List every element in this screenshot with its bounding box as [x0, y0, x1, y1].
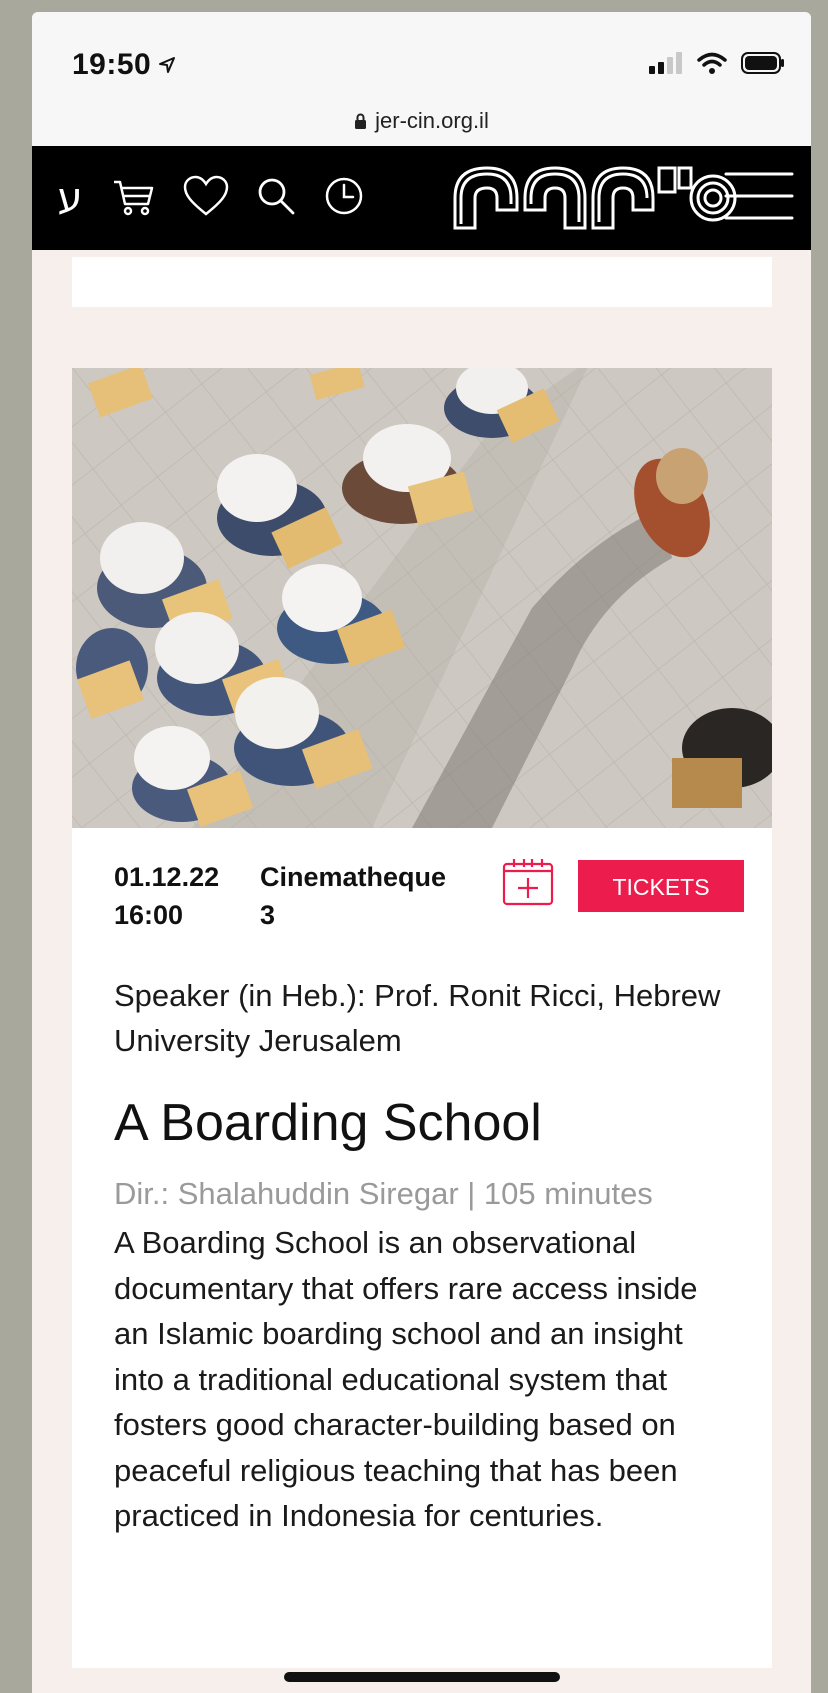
search-icon — [256, 176, 296, 221]
hamburger-menu-icon — [724, 168, 794, 229]
search-button[interactable] — [248, 146, 304, 250]
event-meta: 01.12.22 16:00 Cinematheque 3 TICKETS — [114, 858, 754, 938]
clock-icon — [324, 176, 364, 221]
site-header: ע — [32, 146, 811, 250]
lock-icon — [354, 110, 367, 136]
event-card: 01.12.22 16:00 Cinematheque 3 TICKETS Sp… — [72, 368, 772, 1668]
language-toggle[interactable]: ע — [52, 146, 88, 250]
venue-name: Cinematheque — [260, 862, 447, 892]
favorites-button[interactable] — [178, 146, 234, 250]
tickets-button[interactable]: TICKETS — [578, 860, 744, 912]
status-icons — [649, 52, 785, 79]
film-title: A Boarding School — [114, 1094, 542, 1152]
history-button[interactable] — [316, 146, 372, 250]
menu-button[interactable] — [718, 146, 800, 250]
event-time: 16:00 — [114, 900, 184, 930]
home-indicator[interactable] — [284, 1672, 560, 1682]
calendar-add-icon — [502, 859, 554, 910]
battery-icon — [741, 52, 785, 79]
event-venue: Cinematheque 3 — [260, 858, 446, 934]
cart-button[interactable] — [106, 146, 162, 250]
site-logo[interactable] — [442, 146, 742, 250]
wifi-icon — [697, 52, 727, 79]
film-director-duration: Dir.: Shalahuddin Siregar | 105 minutes — [114, 1176, 653, 1211]
url-text: jer-cin.org.il — [375, 108, 489, 133]
event-speaker: Speaker (in Heb.): Prof. Ronit Ricci, He… — [114, 978, 721, 1058]
signal-icon — [649, 52, 683, 79]
location-arrow-icon — [158, 56, 176, 79]
venue-number: 3 — [260, 900, 276, 930]
status-bar: 19:50 jer-cin.org.il — [32, 12, 811, 146]
address-bar[interactable]: jer-cin.org.il — [32, 108, 811, 136]
phone-screen: 19:50 jer-cin.org.il ע 01.12.22 16:00 Ci… — [32, 12, 811, 1693]
clock-time: 19:50 — [72, 48, 152, 81]
event-image — [72, 368, 772, 828]
cart-icon — [112, 176, 156, 221]
event-date: 01.12.22 — [114, 862, 220, 892]
heart-icon — [183, 175, 229, 222]
event-datetime: 01.12.22 16:00 — [114, 858, 219, 934]
film-description: A Boarding School is an observational do… — [114, 1225, 698, 1533]
previous-card — [72, 257, 772, 307]
add-to-calendar-button[interactable] — [502, 858, 554, 906]
